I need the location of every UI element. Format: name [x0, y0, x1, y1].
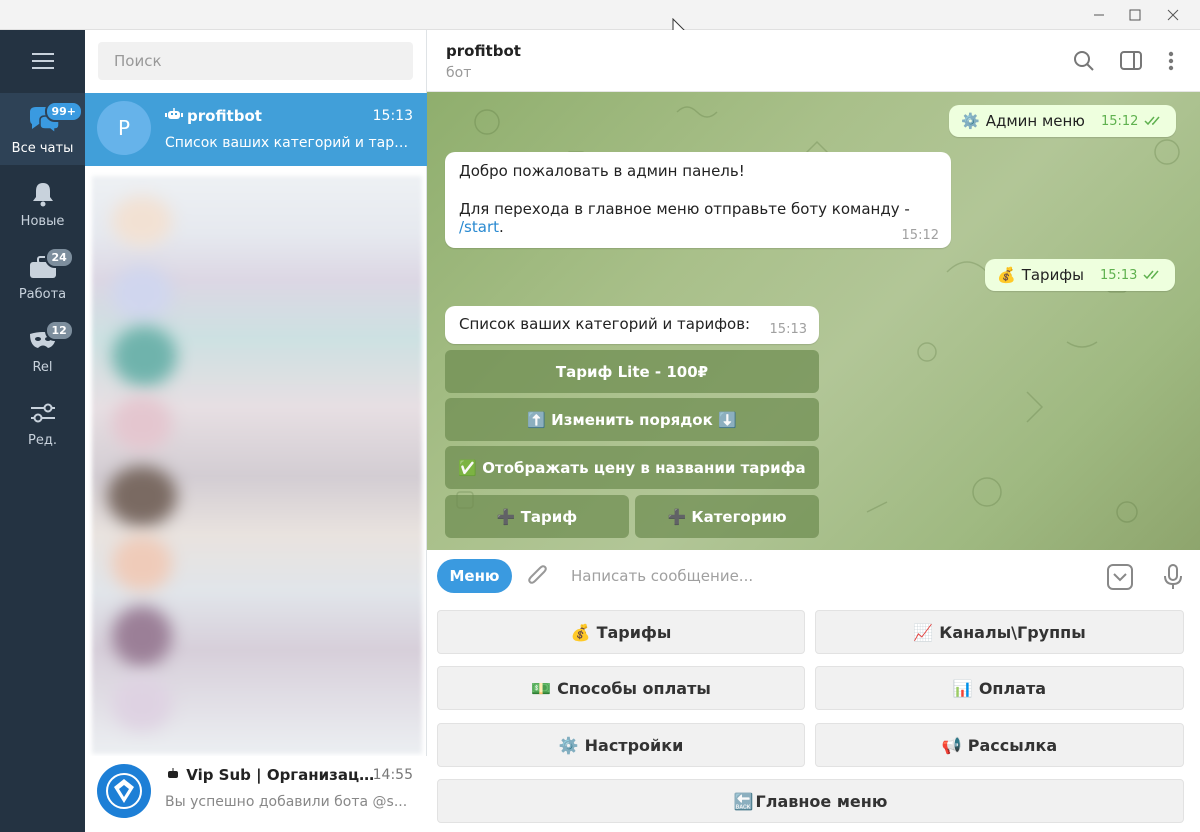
folder-label: Rel	[32, 360, 53, 375]
chat-title: Vip Sub | Организаци...	[165, 766, 375, 784]
keyboard-button-tariffs[interactable]: 💰 Тарифы	[437, 610, 805, 654]
money-bag-icon: 💰	[997, 266, 1016, 284]
chat-list-panel: Поиск P profitbot 15:13 Список ваших кат…	[85, 30, 427, 832]
money-bag-icon: 💰	[570, 622, 591, 642]
microphone-icon[interactable]	[1159, 563, 1187, 591]
inline-button-add-tariff[interactable]: ➕ Тариф	[445, 495, 629, 538]
chat-item-profitbot[interactable]: P profitbot 15:13 Список ваших категорий…	[85, 93, 427, 166]
keyboard-button-main-menu[interactable]: 🔙 Главное меню	[437, 779, 1184, 823]
bell-icon	[25, 176, 61, 212]
double-check-icon	[1144, 112, 1164, 130]
message-composer: Меню Написать сообщение...	[427, 550, 1200, 602]
folder-label: Ред.	[28, 433, 57, 448]
keyboard-button-channels[interactable]: 📈 Каналы\Группы	[815, 610, 1184, 654]
chat-name-label: Vip Sub | Организаци...	[186, 766, 375, 784]
chat-name-label: profitbot	[187, 107, 262, 125]
chat-time: 14:55	[372, 767, 413, 783]
incoming-message[interactable]: Список ваших категорий и тарифов: 15:13	[445, 306, 819, 344]
chats-icon: 99+	[25, 101, 84, 139]
folder-edit[interactable]: Ред.	[0, 385, 85, 457]
folder-rel[interactable]: 12 Rel	[0, 312, 85, 384]
page-title[interactable]: profitbot	[446, 42, 521, 60]
inline-button-change-order[interactable]: ⬆️ Изменить порядок ⬇️	[445, 398, 819, 441]
inline-button-tariff-lite[interactable]: Тариф Lite - 100₽	[445, 350, 819, 393]
banknote-icon: 💵	[531, 678, 552, 698]
search-input[interactable]: Поиск	[98, 42, 413, 80]
avatar	[97, 764, 151, 818]
sidebar-toggle-icon[interactable]	[1118, 48, 1144, 74]
inline-button-show-price[interactable]: ✅ Отображать цену в названии тарифа	[445, 446, 819, 489]
chat-subtitle: бот	[446, 65, 472, 81]
messages-area[interactable]: ⚙️ Админ меню 15:12 Добро пожаловать в а…	[427, 92, 1200, 550]
avatar: P	[97, 101, 151, 155]
bot-icon	[165, 766, 186, 784]
message-text: Список ваших категорий и тарифов:	[459, 315, 751, 333]
more-vertical-icon[interactable]	[1158, 48, 1184, 74]
reply-keyboard: 💰 Тарифы 📈 Каналы\Группы 💵 Способы оплаты 📊…	[427, 602, 1200, 832]
sliders-icon	[25, 395, 61, 431]
message-input[interactable]: Написать сообщение...	[571, 567, 753, 585]
chat-preview: Список ваших категорий и тари...	[165, 135, 413, 151]
message-time: 15:13	[769, 322, 807, 337]
bar-chart-icon: 📊	[952, 678, 973, 698]
chat-item-vip-sub[interactable]: Vip Sub | Организаци... 14:55 Вы успешно…	[85, 756, 427, 832]
double-check-icon	[1143, 266, 1163, 284]
gear-icon: ⚙️	[961, 112, 980, 130]
incoming-message[interactable]: Добро пожаловать в админ панель! Для пер…	[445, 152, 951, 248]
megaphone-icon: 📢	[941, 735, 962, 755]
folders-rail: 99+ Все чаты Новые 24 Работа 12 Rel Ред.	[0, 30, 85, 832]
briefcase-icon: 24	[25, 247, 74, 285]
hamburger-menu-icon[interactable]	[0, 30, 85, 92]
outgoing-message[interactable]: ⚙️ Админ меню 15:12	[949, 105, 1177, 137]
folder-all-chats[interactable]: 99+ Все чаты	[0, 93, 85, 165]
unread-badge: 99+	[44, 101, 84, 122]
start-command-link[interactable]: /start	[459, 218, 499, 236]
bot-icon	[165, 107, 183, 125]
outgoing-message[interactable]: 💰 Тарифы 15:13	[985, 259, 1176, 291]
message-time: 15:12	[901, 228, 939, 243]
message-text-2: Для перехода в главное меню отправьте бо…	[459, 200, 910, 236]
chat-time: 15:13	[372, 108, 413, 124]
chat-header: profitbot бот	[427, 30, 1200, 92]
message-text: Добро пожаловать в админ панель!	[459, 162, 745, 180]
message-text: Админ меню	[985, 112, 1085, 130]
chat-preview: Вы успешно добавили бота @s...	[165, 794, 408, 810]
keyboard-button-payment[interactable]: 📊 Оплата	[815, 666, 1184, 710]
folder-work[interactable]: 24 Работа	[0, 239, 85, 311]
chat-title: profitbot	[165, 107, 262, 125]
unread-badge: 24	[44, 247, 74, 268]
bot-menu-button[interactable]: Меню	[437, 559, 512, 593]
close-icon[interactable]	[1150, 0, 1196, 30]
keyboard-button-settings[interactable]: ⚙️ Настройки	[437, 723, 805, 767]
gear-icon: ⚙️	[558, 735, 579, 755]
keyboard-button-payment-methods[interactable]: 💵 Способы оплаты	[437, 666, 805, 710]
folder-label: Новые	[20, 214, 65, 229]
mask-icon: 12	[25, 320, 74, 358]
message-time: 15:13	[1099, 267, 1138, 283]
keyboard-button-broadcast[interactable]: 📢 Рассылка	[815, 723, 1184, 767]
message-text: Тарифы	[1021, 266, 1084, 284]
unread-badge: 12	[44, 320, 74, 341]
search-icon[interactable]	[1071, 48, 1097, 74]
inline-button-add-category[interactable]: ➕ Категорию	[635, 495, 819, 538]
back-arrow-icon: 🔙	[733, 791, 754, 811]
keyboard-toggle-icon[interactable]	[1106, 563, 1134, 591]
folder-label: Все чаты	[11, 141, 74, 156]
folder-label: Работа	[18, 287, 67, 302]
window-titlebar	[0, 0, 1200, 30]
chart-up-icon: 📈	[913, 622, 934, 642]
paperclip-icon[interactable]	[524, 563, 552, 591]
message-time: 15:12	[1100, 113, 1139, 129]
blurred-chat-list	[92, 176, 422, 754]
folder-new[interactable]: Новые	[0, 166, 85, 238]
